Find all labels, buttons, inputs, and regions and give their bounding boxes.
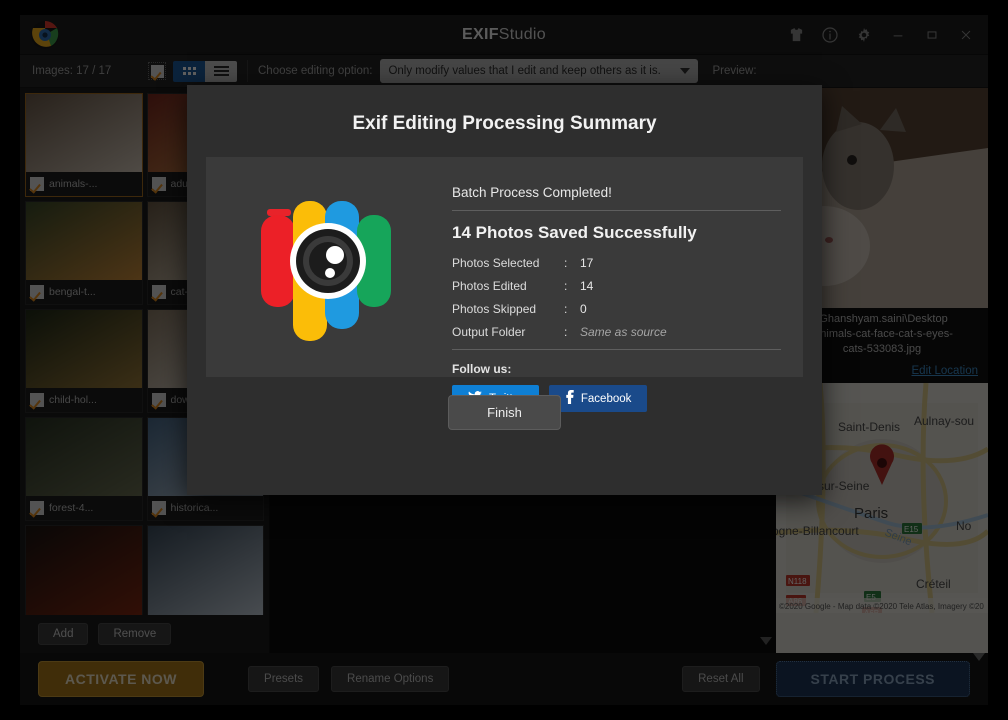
summary-key: Photos Selected: [452, 256, 564, 270]
summary-key: Output Folder: [452, 325, 564, 339]
summary-value: Same as source: [580, 325, 667, 339]
summary-value: 0: [580, 302, 587, 316]
summary-row: Photos Skipped:0: [452, 302, 781, 316]
summary-rows: Photos Selected:17Photos Edited:14Photos…: [452, 256, 781, 339]
dialog-content-card: Batch Process Completed! 14 Photos Saved…: [206, 157, 803, 377]
batch-status-text: Batch Process Completed!: [452, 185, 781, 200]
summary-value: 14: [580, 279, 593, 293]
summary-separator: :: [564, 325, 580, 339]
follow-us-label: Follow us:: [452, 362, 781, 376]
summary-separator: :: [564, 279, 580, 293]
summary-value: 17: [580, 256, 593, 270]
divider: [452, 210, 781, 211]
finish-button[interactable]: Finish: [448, 395, 561, 430]
summary-details: Batch Process Completed! 14 Photos Saved…: [452, 171, 803, 412]
application-window: EXIFStudio: [20, 15, 988, 705]
processing-summary-dialog: Exif Editing Processing Summary: [187, 85, 822, 495]
summary-headline: 14 Photos Saved Successfully: [452, 223, 781, 243]
summary-key: Photos Edited: [452, 279, 564, 293]
summary-row: Photos Selected:17: [452, 256, 781, 270]
dialog-title: Exif Editing Processing Summary: [187, 113, 822, 135]
summary-row: Photos Edited:14: [452, 279, 781, 293]
summary-row: Output Folder:Same as source: [452, 325, 781, 339]
summary-key: Photos Skipped: [452, 302, 564, 316]
camera-logo-icon: [206, 171, 452, 353]
divider: [452, 349, 781, 350]
dialog-footer: Finish: [187, 377, 822, 456]
summary-separator: :: [564, 302, 580, 316]
summary-separator: :: [564, 256, 580, 270]
